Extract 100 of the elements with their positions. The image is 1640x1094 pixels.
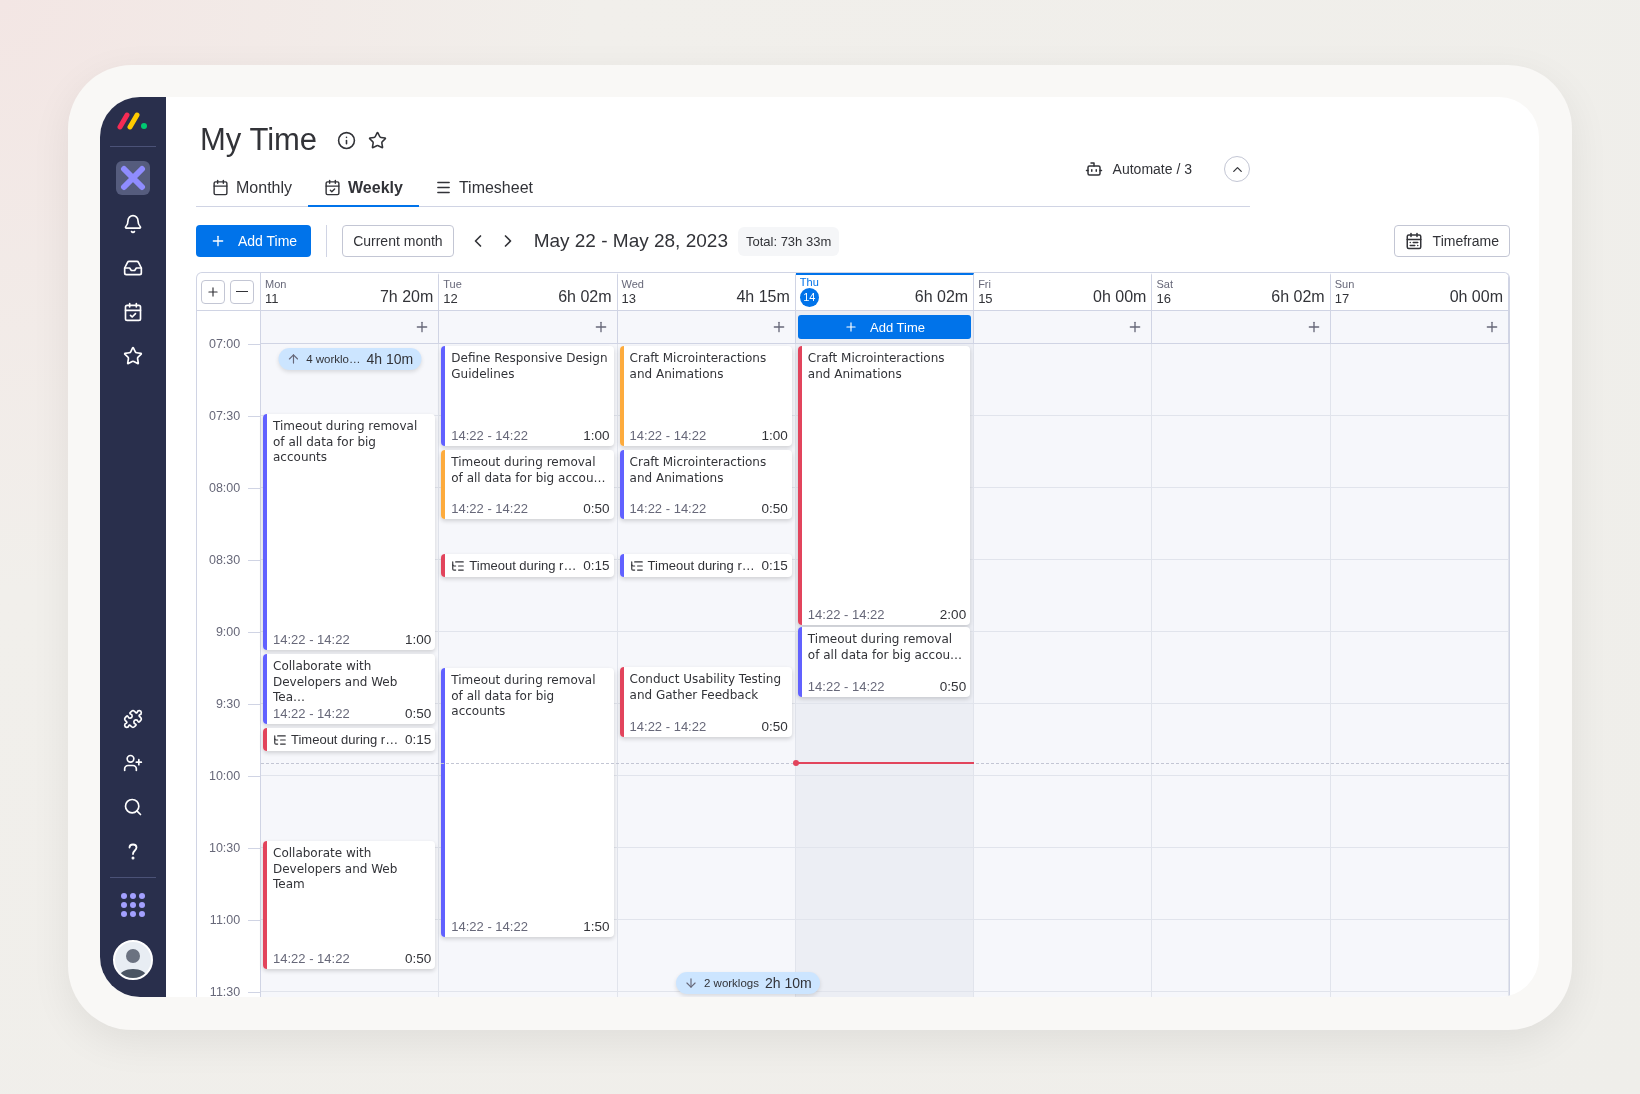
day-name: Thu	[799, 276, 819, 288]
current-month-button[interactable]: Current month	[342, 225, 454, 257]
time-entry-card[interactable]: Collaborate with Developers and Web Tea… 14:22 - 14:22 0:50	[263, 654, 436, 724]
list-icon	[434, 179, 452, 196]
workspace-tile[interactable]	[116, 161, 150, 195]
entry-time: 14:22 - 14:22	[451, 919, 528, 934]
day-name: Mon	[265, 278, 287, 290]
entry-duration: 0:15	[761, 558, 788, 573]
day-total: 0h 00m	[1449, 288, 1503, 306]
time-entry-card[interactable]: Timeout during removal of all data for big accounts 14:22 - 14:22 1:50	[441, 668, 614, 937]
add-time-button[interactable]: Add Time	[797, 315, 972, 339]
view-tab[interactable]: Monthly	[196, 170, 309, 207]
time-entry-card[interactable]: Timeout during removal of all data for big accou… 14:22 - 14:22 0:50	[441, 450, 614, 519]
time-label: 07:00	[207, 336, 241, 352]
entry-time: 14:22 - 14:22	[273, 951, 350, 966]
entry-duration: 1:00	[405, 632, 432, 647]
chip-total: 4h 10m	[366, 351, 414, 367]
time-label: 07:30	[207, 408, 241, 424]
entry-title: Timeout during removal of all data for big accounts	[451, 673, 597, 720]
add-icon[interactable]	[1484, 319, 1500, 335]
entry-duration: 2:00	[939, 607, 967, 622]
time-entry-card[interactable]: Craft Microinteractions and Animations 14:22 - 14:22 2:00	[797, 346, 971, 625]
plus-icon	[844, 320, 859, 334]
subitem-entry-card[interactable]: Timeout during r… 0:15	[441, 554, 614, 577]
plus-icon	[210, 233, 226, 249]
total-badge: Total: 73h 33m	[737, 226, 840, 256]
entry-title: Timeout during removal of all data for big accou…	[451, 455, 607, 486]
workspace-x-icon	[120, 165, 146, 191]
day-total: 7h 20m	[379, 288, 434, 306]
add-time-button[interactable]: Add Time	[196, 225, 312, 257]
entry-duration: 0:50	[583, 501, 610, 516]
subitem-entry-card[interactable]: Timeout during r… 0:15	[263, 728, 436, 751]
calendar-check-icon	[324, 179, 342, 196]
entry-title: Collaborate with Developers and Web Team	[273, 846, 399, 893]
time-entry-card[interactable]: Timeout during removal of all data for big accou… 14:22 - 14:22 0:50	[797, 627, 971, 697]
entry-time: 14:22 - 14:22	[451, 428, 528, 443]
time-entry-card[interactable]: Craft Microinteractions and Animations 14:22 - 14:22 1:00	[619, 346, 792, 446]
day-total: 4h 15m	[736, 288, 790, 306]
time-label: 10:00	[207, 768, 241, 784]
day-number: 12	[443, 290, 459, 307]
entry-duration: 0:15	[405, 732, 432, 747]
user-avatar[interactable]	[113, 940, 153, 980]
entry-time: 14:22 - 14:22	[807, 679, 885, 694]
chip-label: 2 worklogs	[704, 977, 759, 989]
entry-time: 14:22 - 14:22	[629, 428, 707, 443]
day-total: 6h 02m	[558, 288, 612, 306]
logo-icon[interactable]	[117, 112, 149, 130]
time-label: 11:30	[208, 984, 241, 997]
time-label: 10:30	[207, 840, 241, 856]
arrow-down-icon	[684, 976, 698, 990]
time-entry-card[interactable]: Conduct Usability Testing and Gather Feedback 14:22 - 14:22 0:50	[619, 667, 792, 737]
entry-title: Timeout during removal of all data for big accou…	[807, 632, 964, 663]
day-name: Fri	[978, 278, 992, 290]
entry-duration: 1:00	[761, 428, 788, 443]
automate-link[interactable]: Automate / 3	[1112, 161, 1192, 177]
time-entry-card[interactable]: Craft Microinteractions and Animations 14:22 - 14:22 0:50	[619, 450, 792, 519]
entry-title: Define Responsive Design Guidelines	[451, 351, 609, 382]
entry-title: Craft Microinteractions and Animations	[807, 351, 946, 382]
time-label: 9:30	[214, 696, 241, 712]
day-number: 17	[1334, 290, 1351, 307]
entry-title: Timeout during r…	[291, 732, 400, 747]
view-tab[interactable]: Timesheet	[418, 170, 549, 207]
timeframe-button[interactable]: Timeframe	[1393, 225, 1510, 257]
day-number: 14	[799, 288, 819, 307]
entry-title: Timeout during r…	[469, 558, 578, 573]
day-total: 6h 02m	[1271, 288, 1325, 306]
calendar-icon	[212, 179, 229, 196]
time-label: 08:30	[207, 552, 241, 568]
time-entry-card[interactable]: Collaborate with Developers and Web Team 14:22 - 14:22 0:50	[263, 841, 436, 969]
day-name: Wed	[621, 278, 644, 290]
time-label: 9:00	[214, 624, 241, 640]
worklog-chip[interactable]: 4 worklo… 4h 10m	[278, 348, 422, 370]
day-name: Sun	[1334, 278, 1355, 290]
entry-time: 14:22 - 14:22	[807, 607, 885, 622]
info-icon[interactable]	[337, 130, 357, 150]
entry-duration: 0:50	[405, 951, 432, 966]
time-entry-card[interactable]: Define Responsive Design Guidelines 14:22 - 14:22 1:00	[441, 346, 614, 446]
entry-duration: 0:50	[939, 679, 967, 694]
worklog-chip[interactable]: 2 worklogs 2h 10m	[676, 972, 820, 994]
day-total: 6h 02m	[914, 288, 969, 306]
view-tab[interactable]: Weekly	[308, 170, 419, 207]
day-name: Sat	[1156, 278, 1173, 290]
entry-title: Craft Microinteractions and Animations	[629, 351, 768, 382]
subitem-tree-icon	[451, 558, 466, 573]
zoom-in-button[interactable]	[201, 279, 225, 304]
time-entry-card[interactable]: Timeout during removal of all data for big accounts 14:22 - 14:22 1:00	[263, 414, 436, 650]
entry-duration: 0:50	[405, 706, 432, 721]
apps-grid-icon[interactable]	[120, 892, 146, 918]
entry-time: 14:22 - 14:22	[273, 706, 350, 721]
chip-label: 4 worklo…	[306, 353, 361, 365]
subitem-entry-card[interactable]: Timeout during r… 0:15	[619, 554, 792, 577]
entry-time: 14:22 - 14:22	[629, 501, 707, 516]
time-label: 08:00	[207, 480, 241, 496]
entry-duration: 0:50	[761, 719, 788, 734]
plus-icon	[206, 284, 220, 299]
star-icon[interactable]	[368, 130, 388, 150]
entry-title: Craft Microinteractions and Animations	[629, 455, 768, 486]
entry-time: 14:22 - 14:22	[451, 501, 528, 516]
subitem-tree-icon	[629, 558, 644, 573]
entry-title: Timeout during removal of all data for big accounts	[273, 419, 419, 466]
